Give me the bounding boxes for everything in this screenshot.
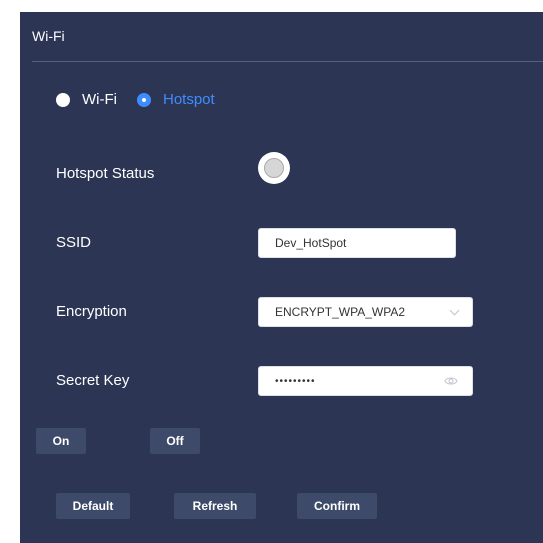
on-button[interactable]: On xyxy=(36,428,86,454)
wifi-settings-panel: Wi-Fi Wi-Fi Hotspot Hotspot Status SSID … xyxy=(20,12,543,543)
hotspot-status-label: Hotspot Status xyxy=(56,165,155,182)
chevron-down-icon[interactable] xyxy=(449,305,460,316)
radio-hotspot-label[interactable]: Hotspot xyxy=(163,91,215,108)
mode-radio-group: Wi-Fi Hotspot xyxy=(56,91,235,108)
off-button[interactable]: Off xyxy=(150,428,200,454)
refresh-button[interactable]: Refresh xyxy=(174,493,256,519)
radio-checked-icon[interactable] xyxy=(136,92,151,107)
hotspot-status-toggle[interactable] xyxy=(258,152,290,184)
radio-wifi-label[interactable]: Wi-Fi xyxy=(82,91,117,108)
ssid-input[interactable]: Dev_HotSpot xyxy=(258,228,456,258)
default-button[interactable]: Default xyxy=(56,493,130,519)
status-indicator-icon xyxy=(264,158,284,178)
encryption-label: Encryption xyxy=(56,303,127,320)
secret-key-label: Secret Key xyxy=(56,372,130,389)
encryption-value: ENCRYPT_WPA_WPA2 xyxy=(275,305,406,319)
radio-unchecked-icon[interactable] xyxy=(56,92,70,107)
radio-wifi[interactable]: Wi-Fi xyxy=(56,91,117,108)
title-divider xyxy=(32,61,543,62)
panel-title: Wi-Fi xyxy=(32,28,65,44)
secret-key-value: ••••••••• xyxy=(275,375,316,387)
ssid-label: SSID xyxy=(56,234,92,251)
secret-key-input[interactable]: ••••••••• xyxy=(258,366,473,396)
encryption-select[interactable]: ENCRYPT_WPA_WPA2 xyxy=(258,297,473,327)
radio-hotspot[interactable]: Hotspot xyxy=(136,91,215,108)
confirm-button[interactable]: Confirm xyxy=(297,493,377,519)
eye-icon[interactable] xyxy=(444,375,458,387)
ssid-value: Dev_HotSpot xyxy=(275,236,347,250)
